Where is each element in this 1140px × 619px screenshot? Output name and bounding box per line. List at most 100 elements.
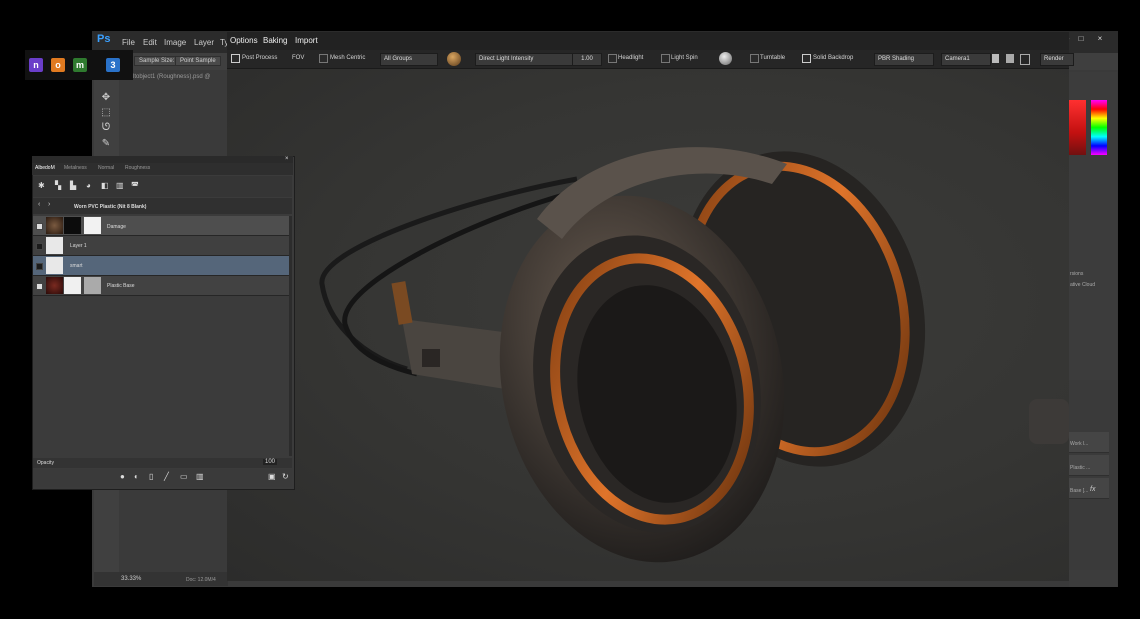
lasso-tool-icon[interactable]: ᘎ [101, 123, 111, 133]
mdo-app-icon[interactable]: m [73, 58, 87, 72]
maximize-button[interactable]: □ [1076, 35, 1086, 43]
ps-menu-layer[interactable]: Layer [194, 38, 214, 47]
all-groups-select[interactable]: All Groups [380, 53, 438, 66]
refresh-icon[interactable]: ↻ [282, 472, 289, 481]
solid-backdrop-label: Solid Backdrop [813, 55, 854, 61]
ps-menu-edit[interactable]: Edit [143, 38, 157, 47]
fx-icon[interactable]: fx [1090, 486, 1095, 493]
layer-name: Layer 1 [70, 243, 87, 249]
zoom-level[interactable]: 33.33% [121, 576, 141, 582]
shading-select[interactable]: PBR Shading [874, 53, 934, 66]
viewer-menu-baking[interactable]: Baking [263, 36, 287, 45]
fx-layer-icon[interactable]: ● [120, 472, 125, 481]
3do-app-icon[interactable]: 3 [106, 58, 120, 72]
tab-albedo[interactable]: AlbedoM [35, 165, 55, 171]
light-spin-label: Light Spin [671, 55, 698, 61]
back-arrow-icon[interactable]: ‹ [38, 201, 40, 208]
turntable-label: Turntable [760, 55, 786, 61]
breadcrumb-title[interactable]: Worn PVC Plastic (Nit 8 Blank) [74, 204, 146, 210]
ps-layer-name: Work l... [1070, 441, 1089, 447]
viewer-menubar [227, 32, 1069, 50]
light-spin-checkbox[interactable] [661, 54, 670, 63]
mesh-centric-checkbox[interactable] [319, 54, 328, 63]
panel-text-creative-cloud: ative Cloud [1070, 282, 1096, 288]
layer-scrollbar[interactable] [289, 216, 292, 456]
layer-thumbnail [46, 277, 63, 294]
opacity-input[interactable]: 100 [263, 459, 278, 465]
folder-icon[interactable]: ▭ [180, 472, 188, 481]
solid-backdrop-checkbox[interactable] [802, 54, 811, 63]
render-button[interactable]: Render [1040, 53, 1074, 66]
headlight-checkbox[interactable] [608, 54, 617, 63]
tab-metalness[interactable]: Metalness [64, 165, 87, 171]
viewer-menu-options[interactable]: Options [230, 36, 258, 45]
layer-name: smart [70, 263, 83, 269]
move-tool-icon[interactable]: ✥ [101, 93, 111, 103]
breadcrumb [33, 198, 292, 214]
layer-name: Damage [107, 224, 126, 230]
layer-name: Plastic Base [107, 283, 135, 289]
mesh-centric-label: Mesh Centric [330, 55, 366, 61]
close-icon[interactable]: × [285, 156, 289, 162]
trash-icon[interactable]: ▥ [196, 472, 204, 481]
document-info: Doc: 12.0M/4 [186, 577, 216, 583]
layer-mask-thumbnail [64, 217, 81, 234]
ps-menu-file[interactable]: File [122, 38, 135, 47]
layer-mask-thumbnail [64, 277, 81, 294]
photoshop-logo: Ps [97, 33, 111, 45]
layer-icon[interactable]: ▚ [55, 181, 61, 190]
visibility-toggle[interactable] [36, 263, 43, 270]
layer-mask-thumbnail [84, 217, 101, 234]
headlight-label: Headlight [618, 55, 644, 61]
sky-sphere-icon[interactable] [719, 52, 732, 65]
tab-normal[interactable]: Normal [98, 165, 114, 171]
mask-icon[interactable]: ◐ [134, 472, 139, 481]
ndo-app-icon[interactable]: n [29, 58, 43, 72]
sample-size-label: Sample Size: [134, 56, 180, 66]
panel-text-versions: rsions [1070, 271, 1084, 277]
brush-tool-icon[interactable]: ✎ [101, 139, 111, 149]
pencil-icon[interactable]: ╱ [164, 472, 169, 481]
forward-arrow-icon[interactable]: › [48, 201, 50, 208]
layer-mask-thumbnail [84, 277, 101, 294]
globe-icon[interactable]: ◕ [86, 181, 91, 190]
light-property-select[interactable]: Direct Light Intensity [475, 53, 573, 66]
ps-menu-image[interactable]: Image [164, 38, 186, 47]
close-window-button[interactable]: × [1095, 35, 1105, 43]
stack-icon[interactable]: ▙ [70, 181, 76, 190]
point-sample-select[interactable]: Point Sample [175, 56, 221, 66]
post-process-checkbox[interactable] [231, 54, 240, 63]
marquee-tool-icon[interactable]: ⬚ [101, 108, 111, 118]
copy-icon[interactable]: ▥ [116, 181, 124, 190]
light-value-input[interactable]: 1.00 [572, 53, 602, 66]
visibility-toggle[interactable] [36, 223, 43, 230]
post-process-label[interactable]: Post Process [242, 55, 277, 61]
layers-icon[interactable]: ◧ [101, 181, 109, 190]
layer-thumbnail [46, 217, 63, 234]
ddo-app-icon[interactable]: o [51, 58, 65, 72]
turntable-checkbox[interactable] [750, 54, 759, 63]
ps-layer-name: Base [... [1070, 488, 1089, 494]
layer-panel-titlebar[interactable] [32, 156, 293, 163]
new-layer-icon[interactable]: ▯ [149, 472, 153, 481]
document-icon[interactable] [992, 54, 999, 63]
hue-slider[interactable] [1091, 100, 1107, 155]
opacity-row [33, 458, 292, 468]
brush-icon[interactable]: ✱ [38, 181, 45, 190]
ps-layer-name: Plastic ... [1070, 465, 1091, 471]
viewer-menu-import[interactable]: Import [295, 36, 318, 45]
layout-icon[interactable] [1020, 54, 1030, 65]
fov-label[interactable]: FOV [292, 55, 304, 61]
color-picker-field[interactable] [1069, 100, 1086, 155]
visibility-toggle[interactable] [36, 283, 43, 290]
camera-select[interactable]: Camera1 [941, 53, 991, 66]
visibility-toggle[interactable] [36, 243, 43, 250]
headphones-model[interactable] [227, 69, 1069, 581]
save-icon[interactable] [1006, 54, 1014, 63]
save-icon[interactable]: ▣ [268, 472, 276, 481]
layer-thumbnail [46, 237, 63, 254]
material-sphere-icon[interactable] [447, 52, 461, 66]
layer-panel-footer [33, 469, 292, 487]
export-icon[interactable]: ◚ [131, 181, 139, 190]
tab-roughness[interactable]: Roughness [125, 165, 150, 171]
